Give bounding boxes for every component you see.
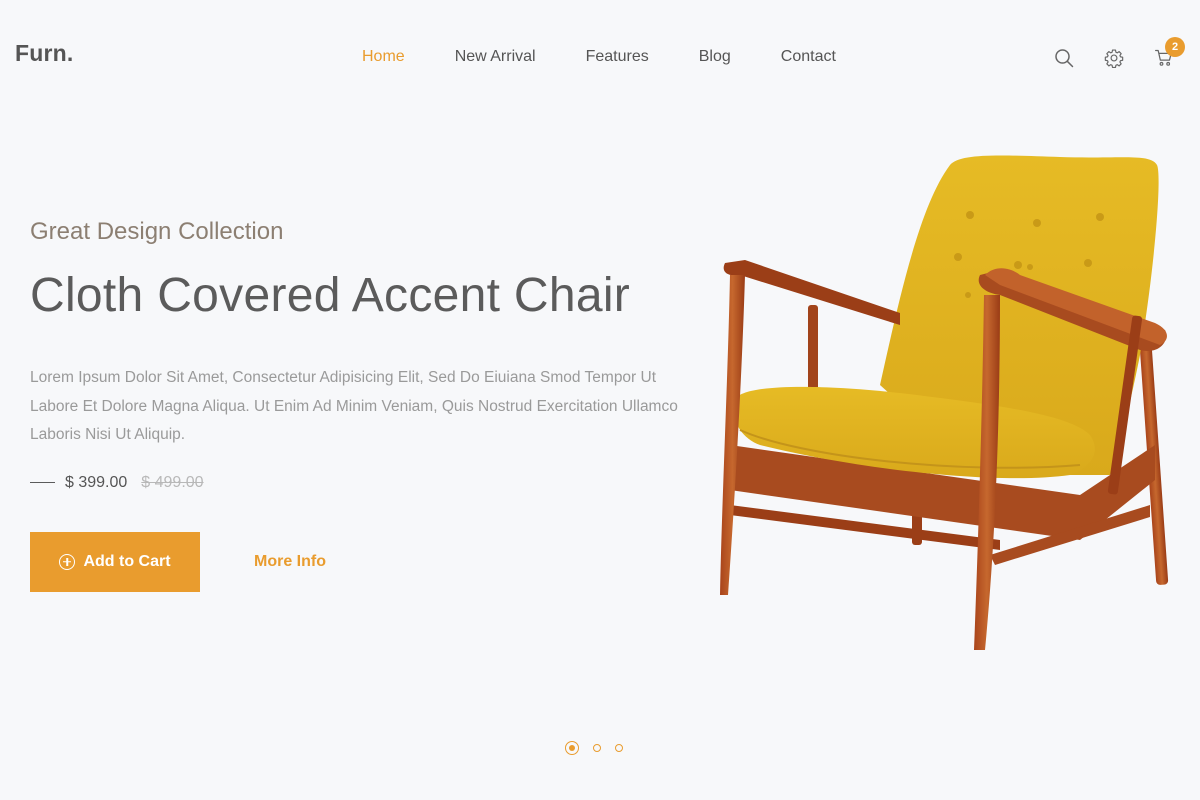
slider-pagination bbox=[565, 741, 623, 755]
cart-count-badge: 2 bbox=[1165, 37, 1185, 57]
price-old: $ 499.00 bbox=[141, 473, 204, 491]
hero-subtitle: Great Design Collection bbox=[30, 218, 284, 245]
slider-dot-3[interactable] bbox=[615, 744, 623, 752]
cart-icon[interactable]: 2 bbox=[1153, 37, 1185, 69]
slider-dot-1[interactable] bbox=[565, 741, 579, 755]
price-current: $ 399.00 bbox=[65, 473, 128, 491]
price-row: $ 399.00 $ 499.00 bbox=[30, 474, 690, 492]
plus-circle-icon bbox=[59, 553, 76, 570]
nav-item-contact[interactable]: Contact bbox=[781, 47, 836, 67]
hero-title: Cloth Covered Accent Chair bbox=[30, 269, 631, 322]
nav-item-new-arrival[interactable]: New Arrival bbox=[455, 47, 536, 67]
gear-icon[interactable] bbox=[1103, 47, 1125, 69]
hero-description: Lorem Ipsum Dolor Sit Amet, Consectetur … bbox=[30, 369, 678, 443]
slider-dot-2[interactable] bbox=[593, 744, 601, 752]
nav-item-home[interactable]: Home bbox=[362, 47, 405, 67]
header-icons: 2 bbox=[1053, 37, 1185, 69]
nav-item-features[interactable]: Features bbox=[586, 47, 649, 67]
hero-actions: Add to Cart More Info bbox=[30, 531, 690, 592]
price-divider bbox=[30, 482, 55, 483]
hero-content: Great Design Collection Cloth Covered Ac… bbox=[30, 218, 690, 592]
nav-item-blog[interactable]: Blog bbox=[699, 47, 731, 67]
more-info-link[interactable]: More Info bbox=[254, 553, 326, 571]
search-icon[interactable] bbox=[1053, 47, 1075, 69]
add-to-cart-label: Add to Cart bbox=[83, 552, 171, 570]
main-nav: Home New Arrival Features Blog Contact bbox=[362, 47, 836, 67]
site-header: Furn. Home New Arrival Features Blog Con… bbox=[0, 0, 1200, 110]
product-image-chair bbox=[700, 145, 1180, 665]
add-to-cart-button[interactable]: Add to Cart bbox=[30, 531, 200, 592]
logo[interactable]: Furn. bbox=[15, 40, 74, 67]
